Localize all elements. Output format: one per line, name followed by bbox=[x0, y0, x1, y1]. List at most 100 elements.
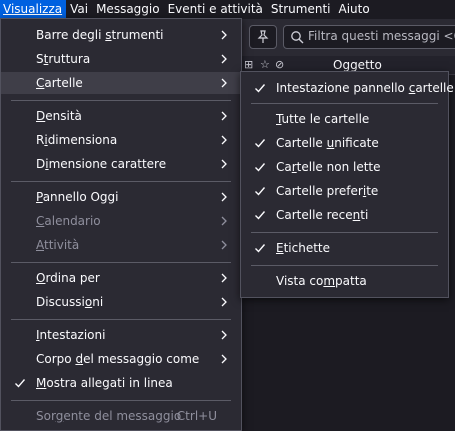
view-menu-item: Calendario bbox=[1, 210, 241, 232]
view-menu-item-label: Ridimensiona bbox=[36, 133, 118, 147]
chevron-right-icon bbox=[221, 216, 227, 226]
pin-button[interactable] bbox=[249, 25, 277, 49]
folders-submenu: Intestazione pannello cartelle Tutte le c… bbox=[240, 71, 454, 298]
view-menu-item-label: Pannello Oggi bbox=[36, 190, 119, 204]
menubar-messaggio[interactable]: Messaggio bbox=[92, 0, 164, 19]
search-placeholder: Filtra questi messaggi <Ctrl+ bbox=[308, 29, 455, 43]
view-menu-item[interactable]: Ordina per bbox=[1, 267, 241, 289]
filter-search-input[interactable]: Filtra questi messaggi <Ctrl+ bbox=[283, 25, 455, 49]
chevron-right-icon bbox=[221, 78, 227, 88]
menubar-eventi[interactable]: Eventi e attività bbox=[164, 0, 267, 19]
view-menu-item[interactable]: Discussioni bbox=[1, 291, 241, 313]
folders-submenu-item-label: Cartelle non lette bbox=[276, 160, 381, 174]
chevron-right-icon bbox=[221, 354, 227, 364]
folders-submenu-item[interactable]: Etichette bbox=[241, 237, 448, 259]
view-menu-item-label: Barre degli strumenti bbox=[36, 28, 164, 42]
view-menu-item-label: Ordina per bbox=[36, 271, 100, 285]
chevron-right-icon bbox=[221, 273, 227, 283]
chevron-right-icon bbox=[221, 330, 227, 340]
menubar-eventi-label: Eventi e attività bbox=[167, 2, 263, 16]
chevron-right-icon bbox=[221, 54, 227, 64]
checkmark-icon bbox=[15, 379, 26, 388]
view-menu-item-label: Struttura bbox=[36, 52, 91, 66]
view-menu-item[interactable]: Ridimensiona bbox=[1, 129, 241, 151]
message-toolbar: Filtra questi messaggi <Ctrl+ bbox=[240, 19, 455, 55]
view-menu-item-label: Calendario bbox=[36, 214, 101, 228]
chevron-right-icon bbox=[221, 135, 227, 145]
view-menu-item: Sorgente del messaggio Ctrl+U bbox=[1, 405, 241, 427]
search-icon bbox=[291, 31, 304, 44]
folders-submenu-item-label: Cartelle recenti bbox=[276, 208, 369, 222]
view-menu: Barre degli strumenti Struttura Cartelle De… bbox=[0, 18, 242, 431]
view-menu-item-label: Mostra allegati in linea bbox=[36, 376, 173, 390]
menubar-messaggio-label: Messaggio bbox=[96, 2, 160, 16]
view-menu-item-label: Attività bbox=[36, 238, 80, 252]
view-menu-item: Attività bbox=[1, 234, 241, 256]
menu-separator bbox=[251, 232, 438, 233]
thread-icon[interactable]: ⊞ bbox=[244, 58, 253, 71]
folders-submenu-item[interactable]: Vista compatta bbox=[241, 270, 448, 292]
shortcut-label: Ctrl+U bbox=[176, 409, 217, 423]
menubar-strumenti-label: Strumenti bbox=[270, 2, 331, 16]
chevron-right-icon bbox=[221, 30, 227, 40]
menu-separator bbox=[11, 262, 231, 263]
folders-submenu-item[interactable]: Cartelle preferite bbox=[241, 180, 448, 202]
chevron-right-icon bbox=[221, 111, 227, 121]
view-menu-item-label: Intestazioni bbox=[36, 328, 106, 342]
folders-submenu-item-label: Tutte le cartelle bbox=[276, 112, 370, 126]
view-menu-item[interactable]: Mostra allegati in linea bbox=[1, 372, 241, 394]
menu-separator bbox=[251, 103, 438, 104]
menu-separator bbox=[251, 265, 438, 266]
folders-submenu-item[interactable]: Cartelle non lette bbox=[241, 156, 448, 178]
menubar: Visualizza Vai Messaggio Eventi e attivi… bbox=[0, 0, 455, 19]
menu-separator bbox=[11, 181, 231, 182]
folders-submenu-item[interactable]: Tutte le cartelle bbox=[241, 108, 448, 130]
view-menu-item[interactable]: Dimensione carattere bbox=[1, 153, 241, 175]
chevron-right-icon bbox=[221, 159, 227, 169]
chevron-right-icon bbox=[221, 192, 227, 202]
folders-submenu-item-label: Intestazione pannello cartelle bbox=[276, 81, 454, 95]
menubar-aiuto-label: Aiuto bbox=[338, 2, 370, 16]
menubar-visualizza[interactable]: Visualizza bbox=[0, 0, 67, 19]
folders-submenu-item-label: Vista compatta bbox=[276, 274, 367, 288]
view-menu-item[interactable]: Pannello Oggi bbox=[1, 186, 241, 208]
menu-separator bbox=[11, 400, 231, 401]
checkmark-icon bbox=[255, 163, 266, 172]
folders-submenu-item-label: Cartelle unificate bbox=[276, 136, 379, 150]
menubar-vai-label: Vai bbox=[70, 2, 89, 16]
chevron-right-icon bbox=[221, 240, 227, 250]
column-subject[interactable]: Oggetto bbox=[333, 58, 382, 72]
attachment-icon[interactable]: ⊘ bbox=[275, 58, 284, 71]
checkmark-icon bbox=[255, 84, 266, 93]
folders-submenu-item[interactable]: Cartelle unificate bbox=[241, 132, 448, 154]
view-menu-item[interactable]: Struttura bbox=[1, 48, 241, 70]
menubar-strumenti[interactable]: Strumenti bbox=[267, 0, 335, 19]
checkmark-icon bbox=[255, 139, 266, 148]
view-menu-item[interactable]: Barre degli strumenti bbox=[1, 24, 241, 46]
view-menu-item-label: Densità bbox=[36, 109, 82, 123]
view-menu-item-label: Sorgente del messaggio bbox=[36, 409, 182, 423]
view-menu-item-label: Discussioni bbox=[36, 295, 104, 309]
view-menu-item-label: Dimensione carattere bbox=[36, 157, 167, 171]
menubar-aiuto[interactable]: Aiuto bbox=[335, 0, 374, 19]
checkmark-icon bbox=[255, 211, 266, 220]
menubar-vai[interactable]: Vai bbox=[66, 0, 92, 19]
view-menu-item[interactable]: Intestazioni bbox=[1, 324, 241, 346]
folders-submenu-item-label: Etichette bbox=[276, 241, 331, 255]
view-menu-item[interactable]: Densità bbox=[1, 105, 241, 127]
view-menu-item-label: Corpo del messaggio come bbox=[36, 352, 200, 366]
folders-submenu-item[interactable]: Intestazione pannello cartelle bbox=[241, 77, 454, 99]
pin-icon bbox=[257, 30, 269, 43]
star-icon[interactable]: ☆ bbox=[260, 58, 270, 71]
folders-submenu-item-label: Cartelle preferite bbox=[276, 184, 379, 198]
view-menu-item[interactable]: Corpo del messaggio come bbox=[1, 348, 241, 370]
folders-submenu-item[interactable]: Cartelle recenti bbox=[241, 204, 448, 226]
chevron-right-icon bbox=[221, 297, 227, 307]
view-menu-item-label: Cartelle bbox=[36, 76, 83, 90]
menu-separator bbox=[11, 319, 231, 320]
menu-separator bbox=[11, 100, 231, 101]
view-menu-item[interactable]: Cartelle bbox=[1, 72, 241, 94]
checkmark-icon bbox=[255, 187, 266, 196]
checkmark-icon bbox=[255, 244, 266, 253]
menubar-visualizza-label: Visualizza bbox=[3, 2, 63, 16]
